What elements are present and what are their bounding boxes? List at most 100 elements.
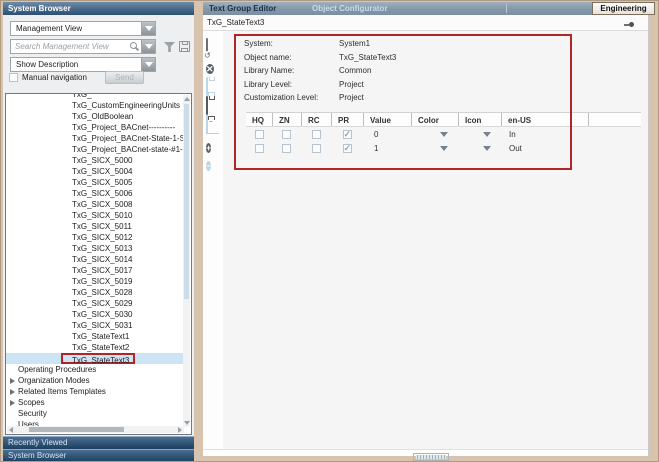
system-browser-bar[interactable]: System Browser — [3, 449, 194, 462]
tree-item[interactable]: TxG_StateText2 — [6, 342, 184, 353]
scroll-up-icon[interactable] — [184, 97, 190, 101]
scrollbar-thumb[interactable] — [184, 104, 189, 299]
tree-item[interactable]: TxG_SICX_5017 — [6, 265, 184, 276]
checkbox-pr[interactable] — [343, 144, 352, 153]
search-box[interactable] — [10, 39, 156, 54]
tree-item[interactable]: TxG_SICX_5019 — [6, 276, 184, 287]
save-as-icon — [206, 96, 208, 115]
tree-item[interactable]: TxG_SICX_5029 — [6, 298, 184, 309]
save-button[interactable] — [206, 78, 220, 92]
editor-tabbar: Text Group Editor Object Configurator — [203, 2, 648, 15]
scrollbar-thumb[interactable] — [29, 427, 124, 432]
tree-item[interactable]: TxG_SICX_5031 — [6, 320, 184, 331]
pin-icon[interactable] — [624, 22, 634, 27]
property-row: Customization Level:Project — [244, 93, 564, 107]
tree-item[interactable]: TxG_SICX_5013 — [6, 243, 184, 254]
tree-item[interactable]: TxG_StateText1 — [6, 331, 184, 342]
tree-item[interactable]: Security — [6, 408, 184, 419]
search-dropdown-chevron-icon[interactable] — [141, 40, 155, 53]
delete-button[interactable]: ✕ — [206, 59, 220, 73]
chevron-down-icon[interactable] — [141, 58, 155, 71]
scroll-down-icon[interactable] — [184, 421, 190, 425]
splitter-grip[interactable] — [413, 453, 449, 461]
manual-navigation-label: Manual navigation — [22, 73, 87, 82]
tree-item[interactable]: Related Items Templates — [6, 386, 184, 397]
add-row-button[interactable]: + — [206, 138, 220, 152]
checkbox-rc[interactable] — [312, 144, 321, 153]
plus-icon: + — [206, 143, 211, 153]
delete-icon: ✕ — [206, 64, 214, 74]
tree-item-selected[interactable]: TxG_StateText3 — [6, 353, 184, 364]
scroll-left-icon[interactable] — [9, 427, 13, 433]
value-cell: 1 — [363, 144, 411, 153]
property-row: Library Level:Project — [244, 80, 564, 94]
tree-item[interactable]: Operating Procedures — [6, 364, 184, 375]
manual-navigation-checkbox[interactable] — [9, 73, 18, 82]
tree-item[interactable]: TxG_SICX_5012 — [6, 232, 184, 243]
checkbox-hq[interactable] — [255, 130, 264, 139]
checkbox-rc[interactable] — [312, 130, 321, 139]
application-window: System Browser Management View Show Desc… — [0, 0, 659, 462]
tree-item[interactable]: TxG_SICX_5005 — [6, 177, 184, 188]
state-text-table: HQ ZN RC PR Value Color Icon en-US 0 In — [246, 112, 641, 156]
tree-item[interactable]: TxG_SICX_5006 — [6, 188, 184, 199]
scroll-right-icon[interactable] — [178, 427, 182, 433]
horizontal-scrollbar[interactable] — [7, 426, 184, 433]
tree-item[interactable]: Scopes — [6, 397, 184, 408]
toolbar-separator — [206, 133, 219, 134]
recently-viewed-bar[interactable]: Recently Viewed — [3, 436, 194, 449]
engineering-mode-badge[interactable]: Engineering — [592, 2, 655, 15]
tree-item[interactable]: Organization Modes — [6, 375, 184, 386]
tree-item[interactable]: TxG_SICX_5011 — [6, 221, 184, 232]
tree-item[interactable]: TxG_SICX_5010 — [6, 210, 184, 221]
tree-item[interactable]: TxG_SICX_5028 — [6, 287, 184, 298]
panel-title: System Browser — [3, 2, 194, 15]
en-us-cell: In — [501, 130, 588, 139]
tree-item[interactable]: TxG_SICX_5030 — [6, 309, 184, 320]
icon-dropdown-icon[interactable] — [483, 146, 491, 151]
customize-columns-button[interactable] — [206, 116, 220, 130]
tree-item[interactable]: TxG_SICX_5008 — [6, 199, 184, 210]
table-row: 0 In — [246, 127, 641, 142]
color-dropdown-icon[interactable] — [440, 146, 448, 151]
expander-icon[interactable] — [10, 389, 15, 395]
tree-item[interactable]: TxG_SICX_5014 — [6, 254, 184, 265]
save-search-icon[interactable] — [179, 41, 190, 52]
save-as-button[interactable] — [206, 97, 220, 111]
chevron-down-icon[interactable] — [141, 22, 155, 35]
management-view-dropdown[interactable]: Management View — [10, 21, 156, 36]
tree-item[interactable]: TxG_ — [6, 93, 184, 100]
vertical-scrollbar[interactable] — [183, 95, 190, 427]
tree-item[interactable]: TxG_Project_BACnet-state-#1-state-# — [6, 144, 184, 155]
checkbox-pr[interactable] — [343, 130, 352, 139]
tree-item[interactable]: TxG_CustomEngineeringUnits — [6, 100, 184, 111]
property-row: System:System1 — [244, 39, 564, 53]
checkbox-hq[interactable] — [255, 144, 264, 153]
revert-document-icon — [206, 38, 208, 57]
object-title: TxG_StateText3 — [207, 18, 264, 27]
icon-dropdown-icon[interactable] — [483, 132, 491, 137]
filter-icon[interactable] — [164, 42, 175, 52]
tree-item[interactable]: TxG_SICX_5000 — [6, 155, 184, 166]
tab-text-group-editor[interactable]: Text Group Editor — [203, 2, 282, 15]
send-button[interactable]: Send — [105, 71, 144, 84]
show-description-value: Show Description — [16, 58, 78, 71]
tree-item[interactable]: TxG_OldBoolean — [6, 111, 184, 122]
search-input[interactable] — [13, 40, 125, 52]
property-row: Library Name:Common — [244, 66, 564, 80]
tree-item[interactable]: TxG_Project_BACnet---------- — [6, 122, 184, 133]
remove-row-button[interactable]: − — [206, 156, 220, 170]
tree-item[interactable]: TxG_SICX_5004 — [6, 166, 184, 177]
tab-object-configurator[interactable]: Object Configurator — [306, 2, 394, 15]
tree-item[interactable]: TxG_Project_BACnet-State-1-State-2 — [6, 133, 184, 144]
system-tree: TxG_ TxG_CustomEngineeringUnits TxG_OldB… — [5, 93, 192, 435]
color-dropdown-icon[interactable] — [440, 132, 448, 137]
expander-icon[interactable] — [10, 400, 15, 406]
show-description-dropdown[interactable]: Show Description — [10, 57, 156, 72]
expander-icon[interactable] — [10, 378, 15, 384]
revert-document-button[interactable] — [206, 39, 220, 53]
checkbox-zn[interactable] — [282, 144, 291, 153]
editor-toolbar: ✕ + − — [203, 31, 223, 449]
table-header: HQ ZN RC PR Value Color Icon en-US — [246, 112, 641, 127]
checkbox-zn[interactable] — [282, 130, 291, 139]
